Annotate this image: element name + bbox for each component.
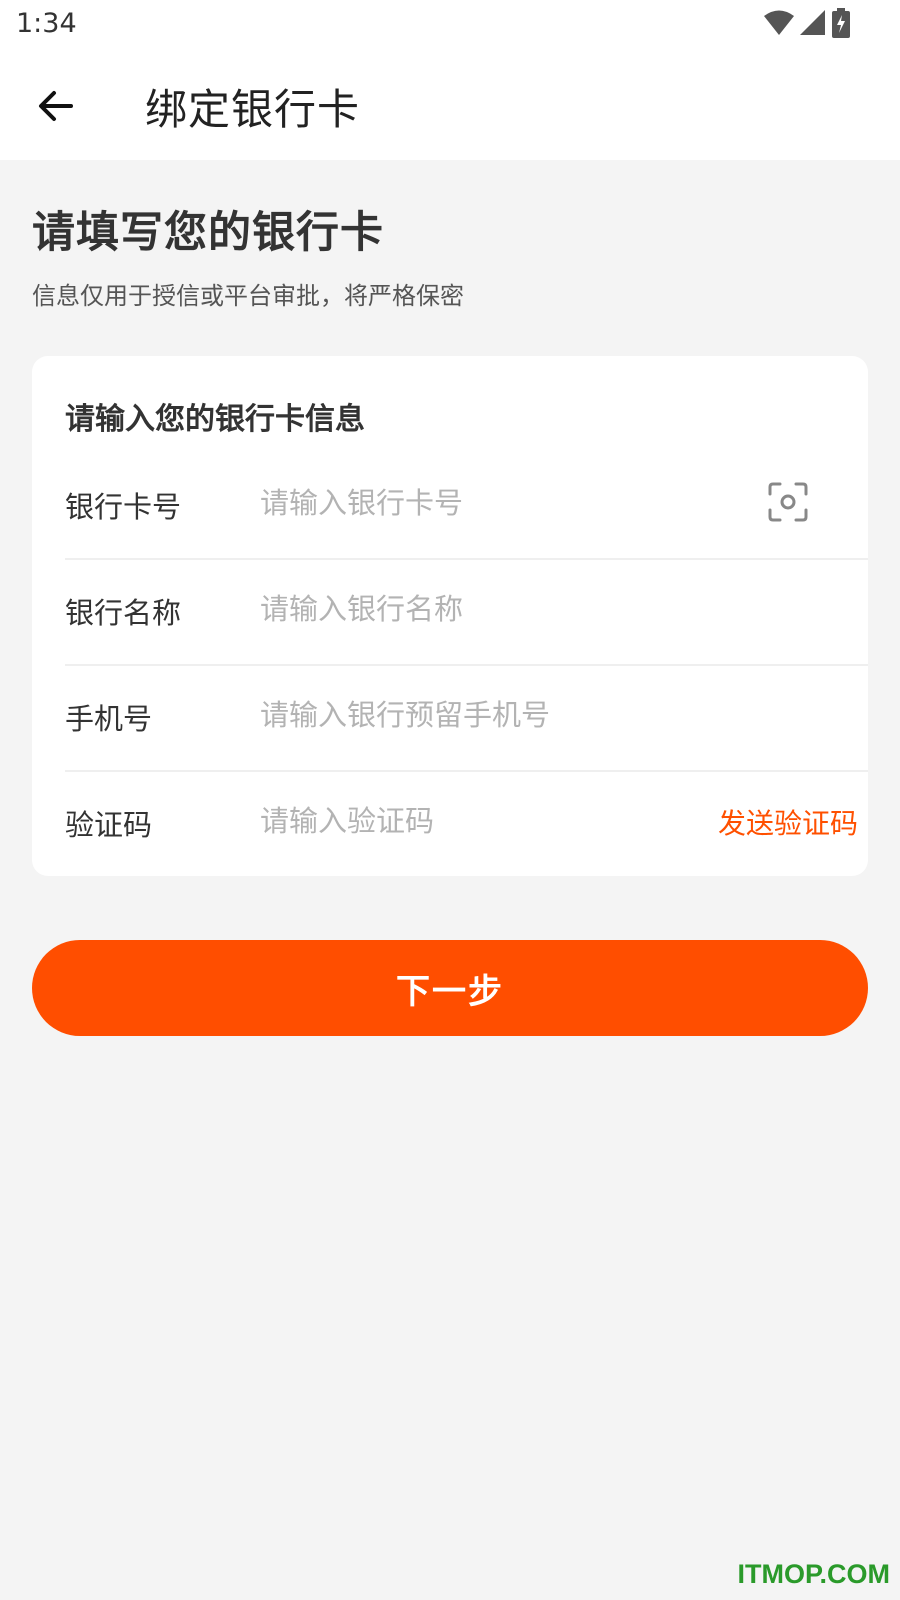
- page-title: 请填写您的银行卡: [32, 208, 384, 258]
- arrow-left-icon: [39, 91, 73, 121]
- bank-name-input[interactable]: [260, 584, 690, 634]
- wifi-icon: [764, 10, 794, 35]
- card-number-input[interactable]: [260, 478, 690, 528]
- next-step-button[interactable]: 下一步: [32, 940, 868, 1036]
- phone-label: 手机号: [65, 702, 153, 736]
- cell-signal-icon: [800, 10, 825, 35]
- page-subtitle: 信息仅用于授信或平台审批，将严格保密: [32, 282, 464, 310]
- verification-code-row: 验证码 发送验证码: [65, 770, 868, 876]
- card-number-row: 银行卡号: [65, 452, 868, 560]
- back-button[interactable]: [28, 78, 84, 134]
- verification-code-input[interactable]: [260, 796, 660, 846]
- status-icons: [764, 8, 850, 38]
- phone-row: 手机号: [65, 664, 868, 772]
- phone-input[interactable]: [260, 690, 690, 740]
- send-code-button[interactable]: 发送验证码: [718, 802, 858, 842]
- bank-card-form: 请输入您的银行卡信息 银行卡号 银行名称 手机号 验证码 发送验证码: [32, 356, 868, 876]
- verification-code-label: 验证码: [65, 808, 153, 842]
- watermark: ITMOP.COM: [737, 1559, 890, 1589]
- battery-icon: [832, 8, 850, 38]
- card-number-label: 银行卡号: [65, 490, 182, 524]
- bank-name-label: 银行名称: [65, 596, 182, 630]
- toolbar: 绑定银行卡: [0, 50, 900, 160]
- status-bar: 1:34: [0, 0, 900, 50]
- scan-card-icon[interactable]: [768, 482, 808, 522]
- status-time: 1:34: [16, 8, 77, 39]
- form-title: 请输入您的银行卡信息: [65, 402, 365, 437]
- bank-name-row: 银行名称: [65, 558, 868, 666]
- toolbar-title: 绑定银行卡: [145, 85, 361, 134]
